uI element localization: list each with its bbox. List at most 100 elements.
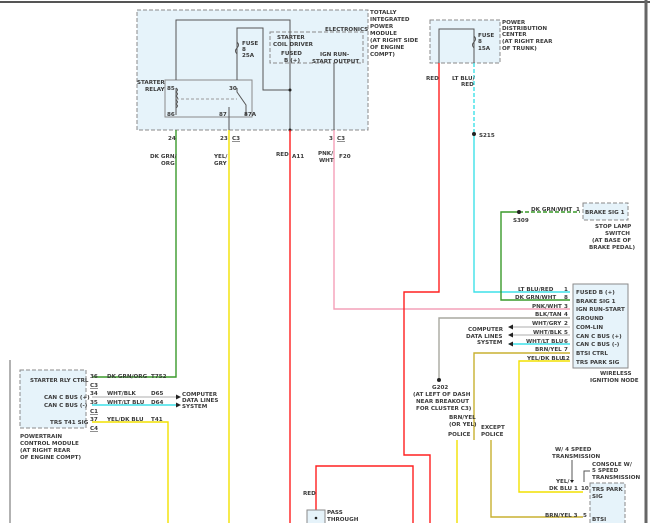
label: (AT RIGHT REAR bbox=[502, 39, 553, 45]
label: 24 bbox=[168, 136, 176, 142]
label: PNK/WHT bbox=[532, 304, 562, 310]
label: BRAKE SIG 1 bbox=[585, 210, 625, 216]
label: LT BLU/RED bbox=[518, 287, 554, 293]
label: (AT RIGHT SIDE bbox=[370, 38, 418, 44]
label: OF TRUNK) bbox=[502, 46, 537, 52]
label: 23 bbox=[220, 136, 228, 142]
label: IGN RUN- bbox=[320, 52, 350, 58]
label: POLICE bbox=[481, 432, 504, 438]
label: 87A bbox=[244, 112, 257, 118]
label: COMPUTER bbox=[468, 327, 504, 333]
label: 86 bbox=[167, 112, 175, 118]
label: 85 bbox=[167, 86, 175, 92]
label: BRAKE PEDAL) bbox=[589, 245, 635, 251]
label: 5 SPEED bbox=[592, 468, 619, 474]
label: RED bbox=[276, 152, 289, 158]
label: DK GRN/WHT bbox=[515, 295, 556, 301]
label: CAN C BUS (+) bbox=[576, 334, 622, 340]
label: TRANSMISSION bbox=[592, 475, 640, 481]
label: (AT LEFT OF DASH bbox=[413, 392, 471, 398]
label: 1 bbox=[576, 207, 580, 213]
label: WIRELESS bbox=[600, 371, 632, 377]
label: DK BLU 1 bbox=[549, 486, 578, 492]
label: F20 bbox=[339, 154, 351, 160]
label: STARTER RLY CTRL bbox=[30, 378, 89, 384]
wiring-diagram: TOTALLYINTEGRATED POWERMODULE (AT RIGHT … bbox=[0, 0, 650, 523]
label: OF ENGINE bbox=[370, 45, 404, 51]
wire-pcm-yel-dk-blu bbox=[92, 421, 169, 523]
label: PASS bbox=[327, 510, 343, 516]
label: B (+) bbox=[284, 58, 300, 64]
wire-yel-dk-blu bbox=[518, 360, 583, 493]
label: THROUGH bbox=[327, 517, 359, 523]
label: C1 bbox=[90, 409, 98, 415]
label: RED bbox=[461, 82, 474, 88]
label: 5 bbox=[583, 513, 587, 519]
label: 4 bbox=[564, 312, 568, 318]
label: 2 bbox=[564, 321, 568, 327]
label: (AT RIGHT REAR bbox=[20, 448, 71, 454]
label: DK GRN/WHT bbox=[531, 207, 572, 213]
label: 1 bbox=[564, 287, 568, 293]
label: 36 bbox=[90, 374, 98, 380]
label: STARTER bbox=[277, 35, 305, 41]
label: 15A bbox=[478, 46, 491, 52]
label: C3 bbox=[90, 383, 98, 389]
label: FUSED bbox=[281, 51, 302, 57]
wire-red-pdc bbox=[403, 63, 440, 523]
label: TRS PARK SIG bbox=[576, 360, 620, 366]
label: A11 bbox=[292, 154, 304, 160]
label: COMPT) bbox=[370, 52, 395, 58]
label: RELAY bbox=[145, 87, 165, 93]
label: TRS T41 SIG bbox=[50, 420, 89, 426]
label: IGN RUN-START bbox=[576, 307, 625, 313]
label: POWER bbox=[370, 24, 394, 30]
label: S309 bbox=[513, 218, 529, 224]
label: G202 bbox=[432, 385, 448, 391]
label: WHT bbox=[319, 158, 334, 164]
label: FUSED B (+) bbox=[576, 290, 615, 296]
label: 8 bbox=[564, 295, 568, 301]
label: BRAKE SIG 1 bbox=[576, 299, 616, 305]
label: CONTROL MODULE bbox=[20, 441, 79, 447]
label: (AT BASE OF bbox=[592, 238, 631, 244]
label: 8 bbox=[478, 39, 482, 45]
label: IGNITION NODE bbox=[590, 378, 639, 384]
label: ELECTRONICS bbox=[325, 27, 368, 33]
label: STARTER bbox=[137, 80, 165, 86]
label: BRN/YEL bbox=[535, 347, 562, 353]
label: YEL/ bbox=[555, 479, 570, 485]
label: 10 bbox=[581, 486, 589, 492]
splice-s309 bbox=[517, 210, 521, 214]
label: T752 bbox=[151, 374, 167, 380]
label: 87 bbox=[219, 112, 227, 118]
label: C3 bbox=[337, 136, 345, 142]
label: START OUTPUT bbox=[312, 59, 359, 65]
label: RED bbox=[426, 76, 439, 82]
label: PNK/ bbox=[318, 151, 334, 157]
label: BRN/YEL bbox=[449, 415, 476, 421]
label: DK GRN/ bbox=[150, 154, 178, 160]
label: STOP LAMP bbox=[595, 224, 631, 230]
ground-icon bbox=[437, 378, 441, 382]
label: SYSTEM bbox=[182, 404, 208, 410]
label: BTSI CTRL bbox=[576, 351, 608, 357]
label: TRANSMISSION bbox=[552, 454, 600, 460]
label: ORG bbox=[161, 161, 175, 167]
label: SYSTEM bbox=[477, 340, 503, 346]
label: POLICE bbox=[448, 432, 471, 438]
label: (OR YEL) bbox=[449, 422, 477, 428]
label: TRS PARK bbox=[592, 487, 623, 493]
label: BRN/YEL 3 bbox=[545, 513, 578, 519]
label: INTEGRATED bbox=[370, 17, 410, 23]
label: CAN C BUS (+) bbox=[44, 395, 90, 401]
label: W/ 4 SPEED bbox=[555, 447, 592, 453]
wire-pnk-wht bbox=[333, 130, 570, 310]
label: 25A bbox=[242, 53, 255, 59]
label: TOTALLY bbox=[370, 10, 398, 16]
label: RED bbox=[303, 491, 316, 497]
label: EXCEPT bbox=[481, 425, 505, 431]
label: WHT/BLK bbox=[107, 391, 137, 397]
label: 3 bbox=[329, 136, 333, 142]
label: S215 bbox=[479, 133, 495, 139]
